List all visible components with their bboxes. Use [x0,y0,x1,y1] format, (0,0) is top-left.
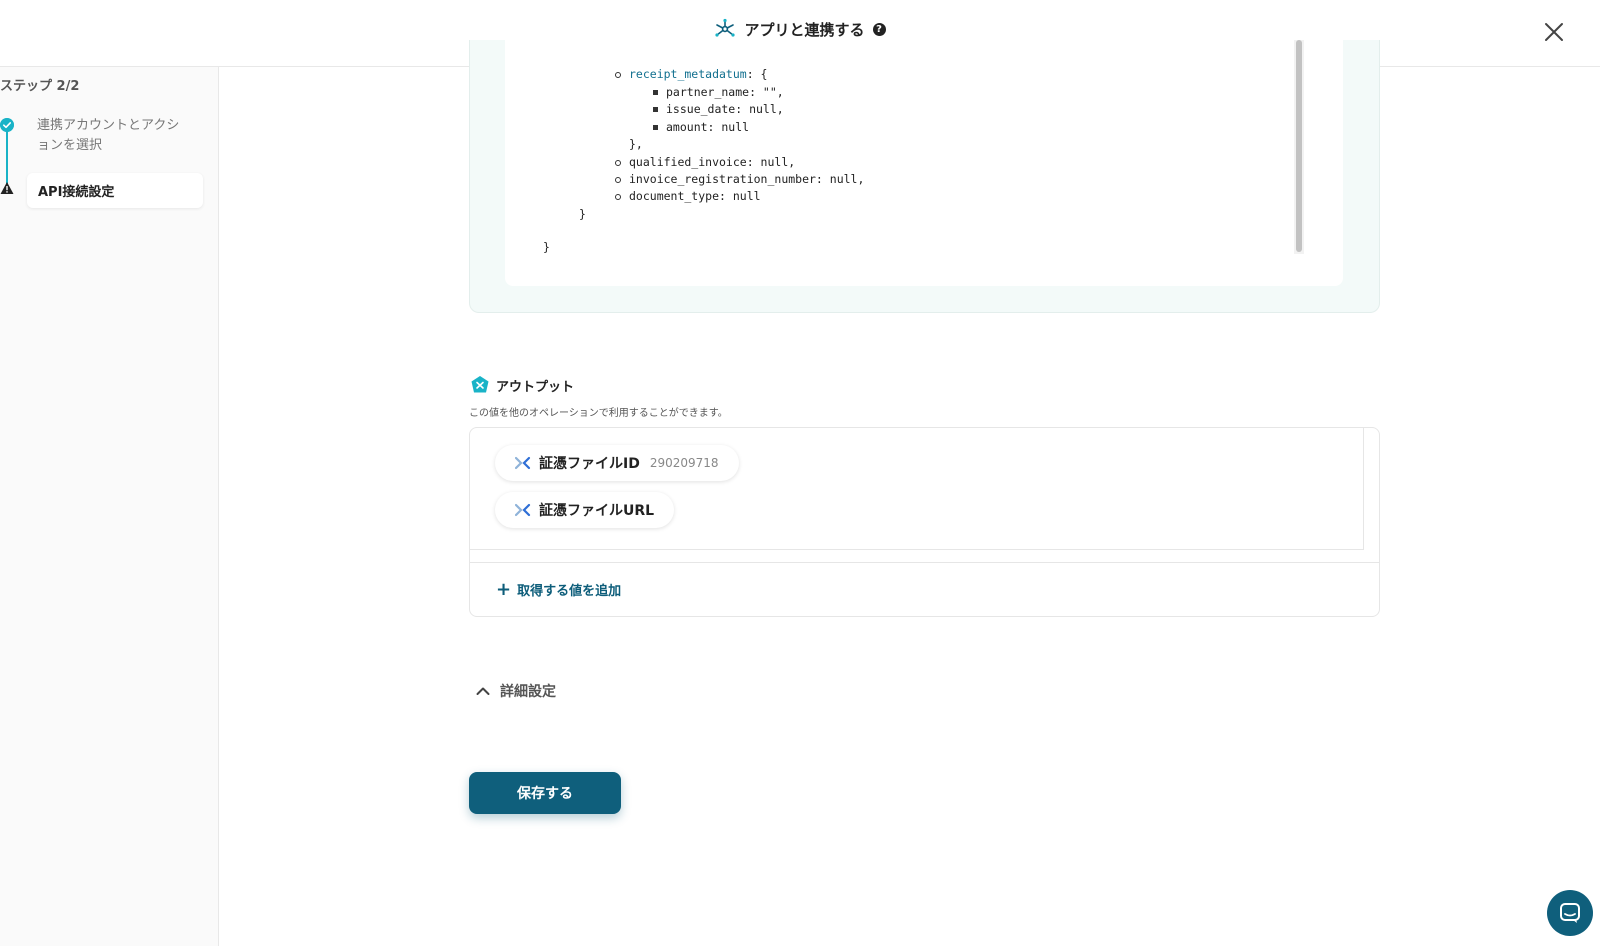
code-line: } [579,207,586,221]
code-line: }, [629,137,643,151]
code-line: issue_date: null, [653,102,784,116]
header-title-group: アプリと連携する ? [0,18,1600,40]
code-line: document_type: null [615,189,761,203]
output-box: 証憑ファイルID 290209718 証憑ファイルURL + 取得する値を追加 [469,427,1380,617]
code-scrollbar-thumb[interactable] [1296,40,1302,252]
save-button[interactable]: 保存する [469,772,621,814]
warning-icon [0,182,14,194]
sidebar-step-api-settings[interactable]: API接続設定 [27,173,203,208]
chevron-up-icon [476,687,490,695]
sidebar-step-select-account[interactable]: 連携アカウントとアクションを選択 [37,116,192,156]
code-line: receipt_metadatum: { [615,67,767,81]
add-output-value-button[interactable]: + 取得する値を追加 [496,580,621,599]
code-view[interactable]: receipt_metadatum: { partner_name: "", i… [505,40,1343,286]
help-icon[interactable]: ? [872,22,886,36]
step-counter: ステップ 2/2 [0,79,80,94]
output-chip-name: 証憑ファイルURL [539,503,655,519]
output-items-area: 証憑ファイルID 290209718 証憑ファイルURL [470,428,1364,550]
output-heading: アウトプット [470,375,574,395]
close-icon[interactable] [1542,20,1566,44]
chat-icon [1560,903,1580,923]
output-title: アウトプット [496,379,575,395]
divider [470,562,1379,563]
code-line: } [543,240,550,254]
app-connect-icon [715,18,736,37]
add-output-value-label: 取得する値を追加 [517,584,622,599]
variable-icon [515,503,531,517]
page-title: アプリと連携する [744,20,865,39]
output-chip-value: 290209718 [649,456,719,470]
code-line: invoice_registration_number: null, [615,172,864,186]
test-result-panel: receipt_metadatum: { partner_name: "", i… [469,40,1380,313]
code-line: partner_name: "", [653,85,784,99]
output-chip-file-url[interactable]: 証憑ファイルURL [495,492,675,528]
variable-icon [515,456,531,470]
output-badge-icon [471,376,489,393]
advanced-settings-toggle[interactable]: 詳細設定 [476,681,556,701]
step-connector-line [6,126,8,188]
check-circle-icon [0,118,14,132]
step-sidebar: ステップ 2/2 連携アカウントとアクションを選択 API接続設定 [0,67,219,946]
output-chip-file-id[interactable]: 証憑ファイルID 290209718 [495,445,739,481]
output-chip-name: 証憑ファイルID [539,456,640,472]
advanced-settings-label: 詳細設定 [500,684,556,700]
code-line: qualified_invoice: null, [615,155,795,169]
plus-icon: + [496,578,512,600]
chat-support-button[interactable] [1547,890,1593,936]
code-line: amount: null [653,120,749,134]
output-description: この値を他のオペレーションで利用することができます。 [469,408,728,419]
